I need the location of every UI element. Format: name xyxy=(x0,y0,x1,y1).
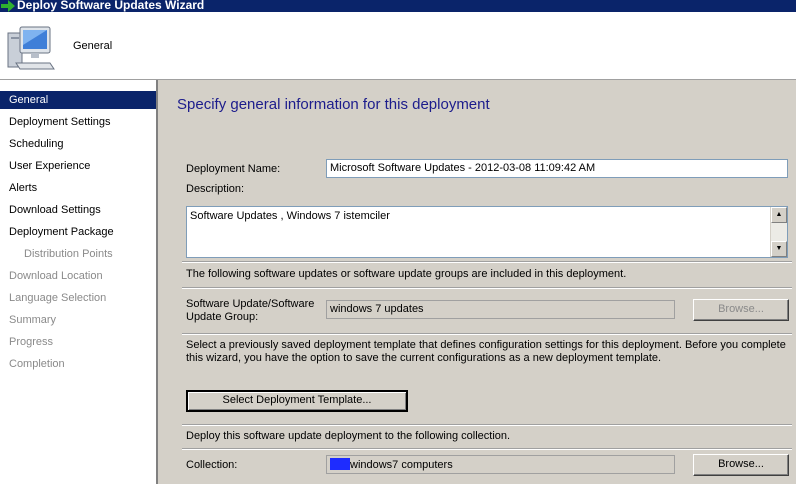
green-arrow-icon xyxy=(1,0,15,12)
collection-info-text: Deploy this software update deployment t… xyxy=(186,430,511,442)
deployment-name-label: Deployment Name: xyxy=(186,163,281,175)
browse-collection-button[interactable]: Browse... xyxy=(693,454,789,476)
update-group-label-line2: Update Group: xyxy=(186,311,259,323)
deployment-name-input[interactable]: Microsoft Software Updates - 2012-03-08 … xyxy=(326,159,788,178)
collection-field: windows7 computers xyxy=(326,455,675,474)
divider xyxy=(182,448,792,450)
sidebar-item-completion: Completion xyxy=(9,358,65,370)
updates-info-text: The following software updates or softwa… xyxy=(186,268,627,280)
divider xyxy=(182,261,792,263)
sidebar-item-alerts[interactable]: Alerts xyxy=(0,179,156,197)
divider xyxy=(182,333,792,335)
sidebar-item-distribution-points: Distribution Points xyxy=(24,248,113,260)
page-heading: Specify general information for this dep… xyxy=(177,96,490,113)
computer-icon xyxy=(7,26,55,70)
description-textarea[interactable]: Software Updates , Windows 7 istemciler … xyxy=(186,206,788,258)
update-group-label-line1: Software Update/Software xyxy=(186,298,315,310)
header-title: General xyxy=(73,40,113,52)
browse-update-group-button: Browse... xyxy=(693,299,789,321)
sidebar-item-progress: Progress xyxy=(9,336,54,348)
description-label: Description: xyxy=(186,183,245,195)
sidebar-item-user-experience[interactable]: User Experience xyxy=(0,157,156,175)
update-group-field: windows 7 updates xyxy=(326,300,675,319)
description-scrollbar[interactable]: ▲ ▼ xyxy=(770,207,787,257)
collection-value: windows7 computers xyxy=(350,459,453,471)
sidebar-item-download-location: Download Location xyxy=(9,270,103,282)
wizard-sidebar: General Deployment Settings Scheduling U… xyxy=(0,80,158,484)
sidebar-item-download-settings[interactable]: Download Settings xyxy=(0,201,156,219)
title-bar: Deploy Software Updates Wizard xyxy=(0,0,796,12)
select-deployment-template-button[interactable]: Select Deployment Template... xyxy=(186,390,408,412)
window-title: Deploy Software Updates Wizard xyxy=(17,0,205,12)
template-info-text: Select a previously saved deployment tem… xyxy=(186,339,786,364)
divider xyxy=(182,424,792,426)
sidebar-item-summary: Summary xyxy=(9,314,57,326)
collection-label: Collection: xyxy=(186,459,238,471)
divider xyxy=(182,287,792,289)
scroll-down-arrow-icon[interactable]: ▼ xyxy=(771,241,787,257)
scroll-up-arrow-icon[interactable]: ▲ xyxy=(771,207,787,223)
main-panel: Specify general information for this dep… xyxy=(158,80,796,484)
sidebar-item-general[interactable]: General xyxy=(0,91,156,109)
sidebar-item-language-selection: Language Selection xyxy=(9,292,107,304)
sidebar-item-scheduling[interactable]: Scheduling xyxy=(0,135,156,153)
wizard-header: General xyxy=(0,12,796,80)
redaction-mark xyxy=(330,458,350,470)
sidebar-item-deployment-package[interactable]: Deployment Package xyxy=(0,223,156,241)
description-text: Software Updates , Windows 7 istemciler xyxy=(190,210,390,222)
sidebar-item-deployment-settings[interactable]: Deployment Settings xyxy=(0,113,156,131)
